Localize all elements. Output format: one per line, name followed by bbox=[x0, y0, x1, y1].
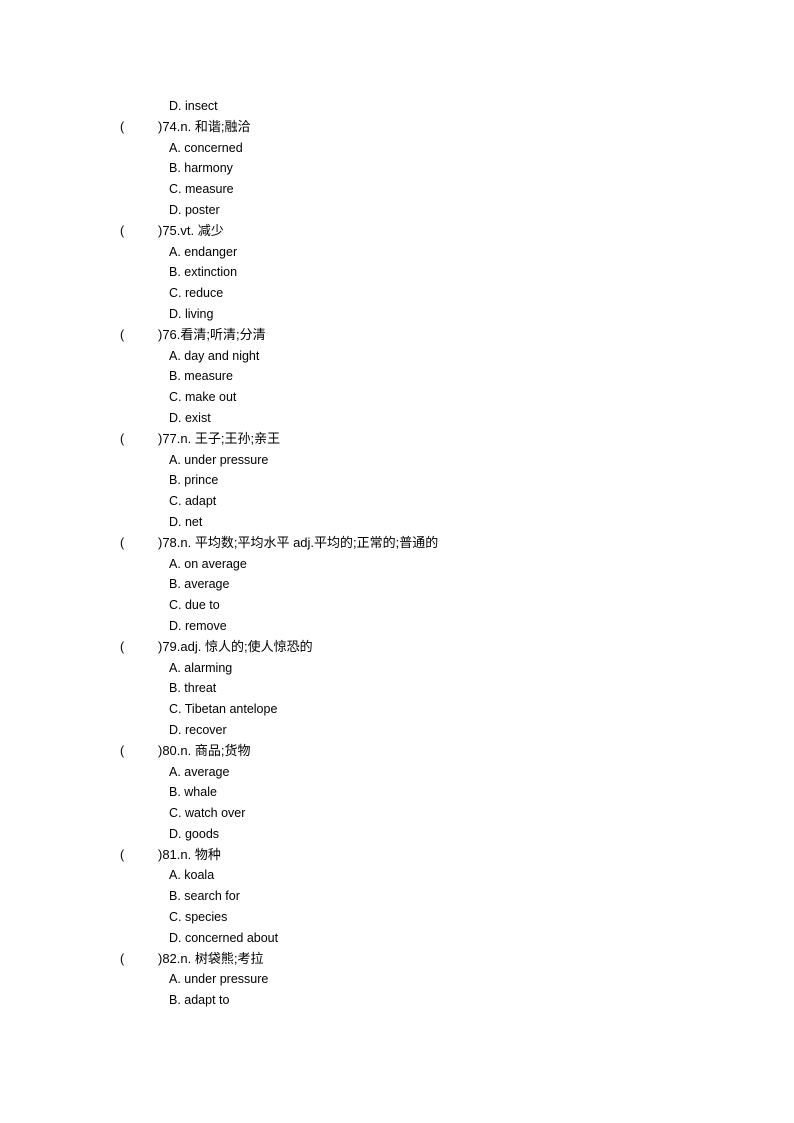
option: A. concerned bbox=[169, 140, 243, 155]
option: C. watch over bbox=[169, 806, 246, 821]
option: C. species bbox=[169, 910, 228, 925]
option: A. endanger bbox=[169, 244, 238, 259]
document-page: D. insect ( )74.n. 和谐;融洽 A. concerned B. … bbox=[0, 96, 794, 1011]
question-text: )76.看清;听清;分清 bbox=[158, 326, 266, 342]
question-82: ( )82.n. 树袋熊;考拉 A. under pressure B. adap… bbox=[0, 949, 794, 1011]
option: D. recover bbox=[169, 722, 227, 737]
question-text: )77.n. 王子;王孙;亲王 bbox=[158, 430, 281, 446]
option: C. reduce bbox=[169, 286, 224, 301]
answer-bracket: ( bbox=[120, 327, 125, 342]
question-text: )74.n. 和谐;融洽 bbox=[158, 118, 251, 134]
question-text: )82.n. 树袋熊;考拉 bbox=[158, 950, 264, 966]
option: A. under pressure bbox=[169, 972, 269, 987]
question-text: )81.n. 物种 bbox=[158, 846, 221, 862]
answer-bracket: ( bbox=[120, 639, 125, 654]
option: B. threat bbox=[169, 681, 217, 696]
answer-bracket: ( bbox=[120, 535, 125, 550]
option: B. average bbox=[169, 577, 230, 592]
option: A. on average bbox=[169, 556, 247, 571]
option: D. goods bbox=[169, 826, 220, 841]
answer-bracket: ( bbox=[120, 119, 125, 134]
option: C. adapt bbox=[169, 494, 217, 509]
question-80: ( )80.n. 商品;货物 A. average B. whale C. wat… bbox=[0, 741, 794, 845]
option: B. measure bbox=[169, 369, 233, 384]
option: C. due to bbox=[169, 598, 220, 613]
option: D. concerned about bbox=[169, 930, 279, 945]
question-81: ( )81.n. 物种 A. koala B. search for C. spe… bbox=[0, 845, 794, 949]
option: A. alarming bbox=[169, 660, 233, 675]
option: B. harmony bbox=[169, 161, 233, 176]
option: B. prince bbox=[169, 473, 219, 488]
option: D. living bbox=[169, 306, 214, 321]
option: D. insect bbox=[169, 99, 218, 113]
answer-bracket: ( bbox=[120, 951, 125, 966]
question-text: )79.adj. 惊人的;使人惊恐的 bbox=[158, 638, 313, 654]
answer-bracket: ( bbox=[120, 847, 125, 862]
option: C. make out bbox=[169, 390, 237, 405]
answer-bracket: ( bbox=[120, 431, 125, 446]
question-78: ( )78.n. 平均数;平均水平 adj.平均的;正常的;普通的 A. on a… bbox=[0, 533, 794, 637]
option: D. exist bbox=[169, 410, 211, 425]
option: A. under pressure bbox=[169, 452, 269, 467]
option: D. poster bbox=[169, 202, 220, 217]
option: C. measure bbox=[169, 182, 234, 197]
question-77: ( )77.n. 王子;王孙;亲王 A. under pressure B. pr… bbox=[0, 429, 794, 533]
option: C. Tibetan antelope bbox=[169, 702, 278, 717]
option: B. whale bbox=[169, 785, 217, 800]
option: A. koala bbox=[169, 868, 215, 883]
question-79: ( )79.adj. 惊人的;使人惊恐的 A. alarming B. threa… bbox=[0, 637, 794, 741]
option: B. adapt to bbox=[169, 993, 230, 1008]
question-74: ( )74.n. 和谐;融洽 A. concerned B. harmony C.… bbox=[0, 117, 794, 221]
question-75: ( )75.vt. 减少 A. endanger B. extinction C.… bbox=[0, 221, 794, 325]
answer-bracket: ( bbox=[120, 743, 125, 758]
question-text: )78.n. 平均数;平均水平 adj.平均的;正常的;普通的 bbox=[158, 534, 439, 550]
answer-bracket: ( bbox=[120, 223, 125, 238]
option: D. remove bbox=[169, 618, 227, 633]
option: D. net bbox=[169, 514, 203, 529]
option: B. extinction bbox=[169, 265, 238, 280]
option: B. search for bbox=[169, 889, 240, 904]
option: A. day and night bbox=[169, 348, 260, 363]
option: A. average bbox=[169, 764, 230, 779]
question-text: )80.n. 商品;货物 bbox=[158, 742, 251, 758]
question-text: )75.vt. 减少 bbox=[158, 222, 224, 238]
question-76: ( )76.看清;听清;分清 A. day and night B. measur… bbox=[0, 325, 794, 429]
